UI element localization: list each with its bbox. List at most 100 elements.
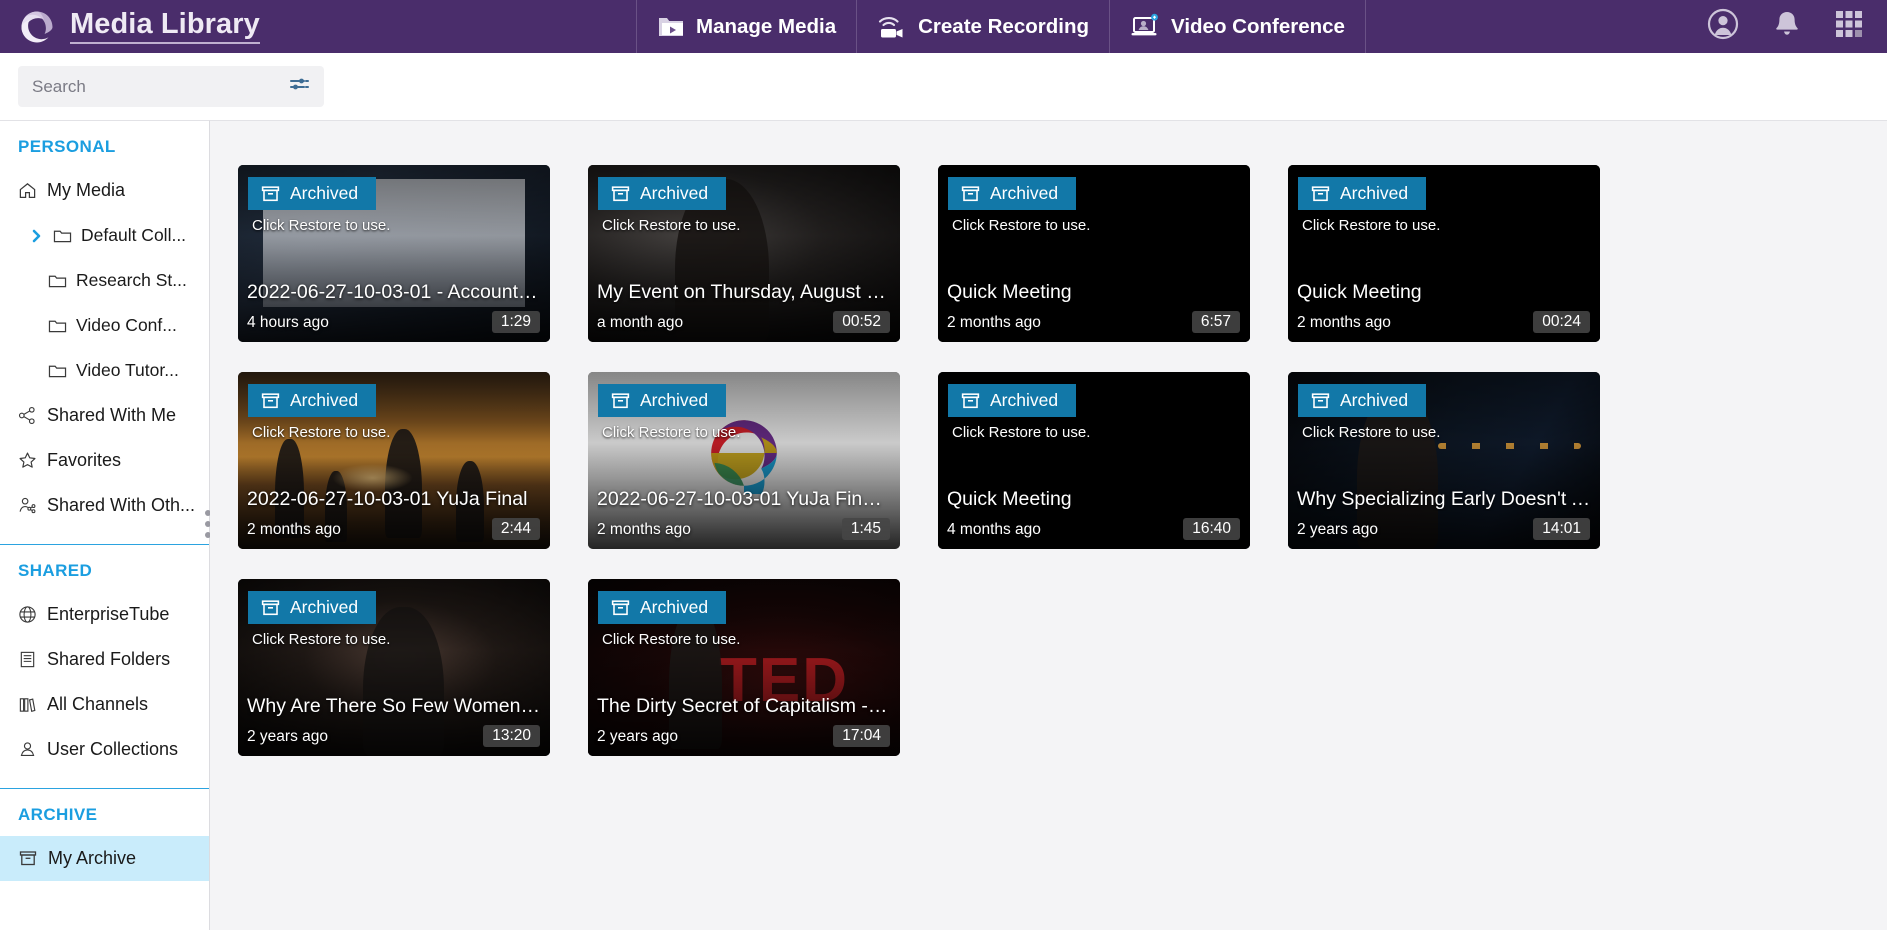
media-content-area: Archived Click Restore to use. 2022-06-27-… [210,120,1887,930]
sidebar-item-label: Shared Folders [47,649,171,669]
folder-icon [53,227,72,244]
media-duration: 1:45 [841,518,890,540]
nav-label: Manage Media [696,14,837,38]
sidebar-heading-shared: SHARED [18,561,93,580]
sidebar-item-shared-with-me[interactable]: Shared With Me [0,393,209,438]
sidebar-item-label: Favorites [47,450,122,470]
books-icon [18,695,37,714]
sidebar-section-archive: ARCHIVE My Archive [0,789,209,887]
media-title: The Dirty Secret of Capitalism -- ... [597,695,891,717]
media-duration: 16:40 [1183,518,1240,540]
sidebar-item-video-tutorials[interactable]: Video Tutor... [0,348,209,393]
media-card[interactable]: TED ArchivedClick Restore to use.The Dir… [588,579,900,756]
media-timestamp: a month ago [597,314,684,331]
media-card[interactable]: Archived Click Restore to use. Quick Meeti… [938,165,1250,342]
restore-hint: Click Restore to use. [252,631,391,648]
restore-hint: Click Restore to use. [952,424,1091,441]
primary-nav: Manage Media Create Recording Video Conf… [636,0,1366,53]
media-card[interactable]: Archived Click Restore to use. My Event on… [588,165,900,342]
restore-hint: Click Restore to use. [1302,217,1441,234]
media-card[interactable]: Archived Click Restore to use. 2022-06-27-… [238,165,550,342]
sidebar-item-all-channels[interactable]: All Channels [0,682,209,727]
sidebar-section-shared: SHARED EnterpriseTube Shared Folders All… [0,545,209,778]
sidebar-item-video-conferences[interactable]: Video Conf... [0,303,209,348]
media-card[interactable]: Archived Click Restore to use. 2022-06-27-… [588,372,900,549]
archived-badge: Archived [248,591,377,624]
restore-hint: Click Restore to use. [252,424,391,441]
media-title: 2022-06-27-10-03-01 - Accountin... [247,281,541,303]
archived-badge: Archived [598,177,727,210]
notifications-bell-icon[interactable] [1773,9,1801,44]
media-title: Why Specializing Early Doesn't A... [1297,488,1591,510]
media-title: 2022-06-27-10-03-01 YuJa Final [247,488,528,510]
media-duration: 2:44 [491,518,540,540]
search-box[interactable] [18,66,324,107]
archived-badge-label: Archived [290,390,359,410]
media-timestamp: 2 years ago [1297,521,1378,538]
home-icon [18,181,37,200]
media-title: Why Are There So Few Women ... [247,695,541,717]
laptop-person-icon [1130,13,1160,40]
archive-box-icon [960,391,981,411]
archived-badge: Archived [248,177,377,210]
media-duration: 00:52 [833,311,890,333]
archived-badge: Archived [948,177,1077,210]
brand[interactable]: Media Library [0,8,360,46]
archived-badge-label: Archived [640,597,709,617]
archived-badge-label: Archived [1340,183,1409,203]
media-timestamp: 2 months ago [947,314,1041,331]
media-timestamp: 2 months ago [597,521,691,538]
restore-hint: Click Restore to use. [602,631,741,648]
media-duration: 00:24 [1533,311,1590,333]
media-card[interactable]: Archived Click Restore to use. 2022-06-27-… [238,372,550,549]
restore-hint: Click Restore to use. [602,424,741,441]
nav-video-conference[interactable]: Video Conference [1110,0,1366,53]
media-timestamp: 2 years ago [247,728,328,745]
archive-box-icon [610,598,631,618]
media-title: Quick Meeting [947,281,1072,303]
archive-box-icon [610,391,631,411]
sidebar-item-my-media[interactable]: My Media [0,168,209,213]
media-card[interactable]: Archived Click Restore to use. Why Special… [1288,372,1600,549]
restore-hint: Click Restore to use. [252,217,391,234]
media-card[interactable]: Archived Click Restore to use. Quick Meeti… [1288,165,1600,342]
account-icon[interactable] [1707,8,1739,45]
sidebar-item-my-archive[interactable]: My Archive [0,836,209,881]
chevron-right-icon[interactable] [30,228,44,244]
sidebar-item-favorites[interactable]: Favorites [0,438,209,483]
archive-box-icon [960,184,981,204]
restore-hint: Click Restore to use. [602,217,741,234]
archived-badge-label: Archived [290,597,359,617]
folder-icon [48,362,67,379]
globe-icon [18,605,37,624]
search-row [0,53,1887,120]
sidebar-item-user-collections[interactable]: User Collections [0,727,209,772]
search-input[interactable] [32,76,289,97]
sidebar-item-enterprisetube[interactable]: EnterpriseTube [0,592,209,637]
media-duration: 6:57 [1191,311,1240,333]
nav-label: Create Recording [918,14,1090,38]
media-timestamp: 2 years ago [597,728,678,745]
archived-badge: Archived [248,384,377,417]
folder-icon [48,317,67,334]
nav-manage-media[interactable]: Manage Media [636,0,858,53]
sidebar-item-shared-with-others[interactable]: Shared With Oth... [0,483,209,528]
media-duration: 14:01 [1533,518,1590,540]
nav-label: Video Conference [1171,14,1345,38]
folder-icon [48,272,67,289]
sidebar-item-research-studies[interactable]: Research St... [0,258,209,303]
sidebar-item-label: Research St... [76,270,187,290]
apps-grid-icon[interactable] [1835,10,1863,43]
media-card[interactable]: Archived Click Restore to use. Quick Meeti… [938,372,1250,549]
restore-hint: Click Restore to use. [952,217,1091,234]
media-card[interactable]: Archived Click Restore to use. Why Are The… [238,579,550,756]
media-timestamp: 4 months ago [947,521,1041,538]
archive-box-icon [260,184,281,204]
sidebar-item-label: All Channels [47,694,149,714]
archived-badge-label: Archived [290,183,359,203]
filter-sliders-icon[interactable] [289,75,310,98]
sidebar-item-default-collection[interactable]: Default Coll... [0,213,209,258]
nav-create-recording[interactable]: Create Recording [857,0,1111,53]
media-title: Quick Meeting [947,488,1072,510]
sidebar-item-shared-folders[interactable]: Shared Folders [0,637,209,682]
